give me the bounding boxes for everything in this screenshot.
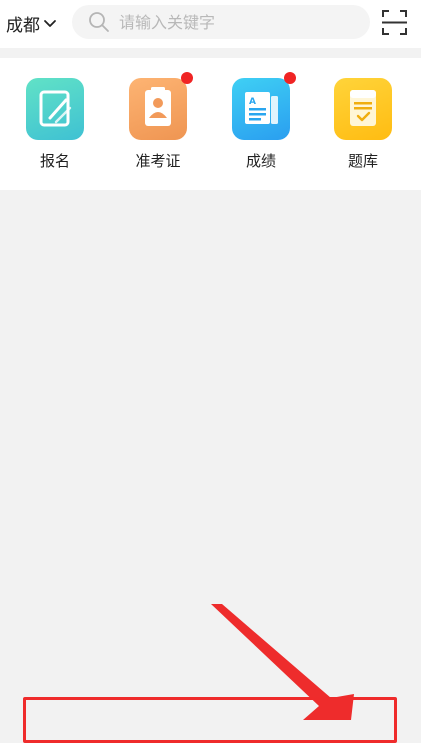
quick-item-label: 题库 <box>347 152 378 170</box>
quick-item-signup[interactable]: 报名 <box>15 78 95 178</box>
notification-badge <box>284 72 296 84</box>
highlight-box <box>23 697 397 743</box>
quick-item-label: 报名 <box>39 152 70 170</box>
divider <box>0 190 421 198</box>
search-bar[interactable] <box>72 5 370 39</box>
quick-item-label: 准考证 <box>135 152 181 170</box>
report-icon: A <box>232 72 296 140</box>
quick-item-question-bank[interactable]: 题库 <box>323 78 403 178</box>
quick-item-admission-ticket[interactable]: 准考证 <box>118 72 198 178</box>
top-bar: 成都 <box>0 0 421 48</box>
quick-menu: 报名 准考证 A 成绩 题库 <box>0 58 421 190</box>
city-selector[interactable]: 成都 <box>6 10 57 36</box>
header-spacer <box>0 48 421 58</box>
svg-text:A: A <box>249 97 256 107</box>
search-input[interactable] <box>119 12 349 32</box>
edit-icon <box>26 78 84 140</box>
notification-badge <box>181 72 193 84</box>
question-bank-icon <box>334 78 392 140</box>
id-card-icon <box>129 72 193 140</box>
scan-icon[interactable] <box>381 9 408 36</box>
search-icon <box>88 11 110 33</box>
quick-item-scores[interactable]: A 成绩 <box>221 72 301 178</box>
content-area <box>0 198 421 720</box>
quick-item-label: 成绩 <box>245 152 276 170</box>
chevron-down-icon <box>43 16 57 30</box>
city-label: 成都 <box>6 15 40 36</box>
